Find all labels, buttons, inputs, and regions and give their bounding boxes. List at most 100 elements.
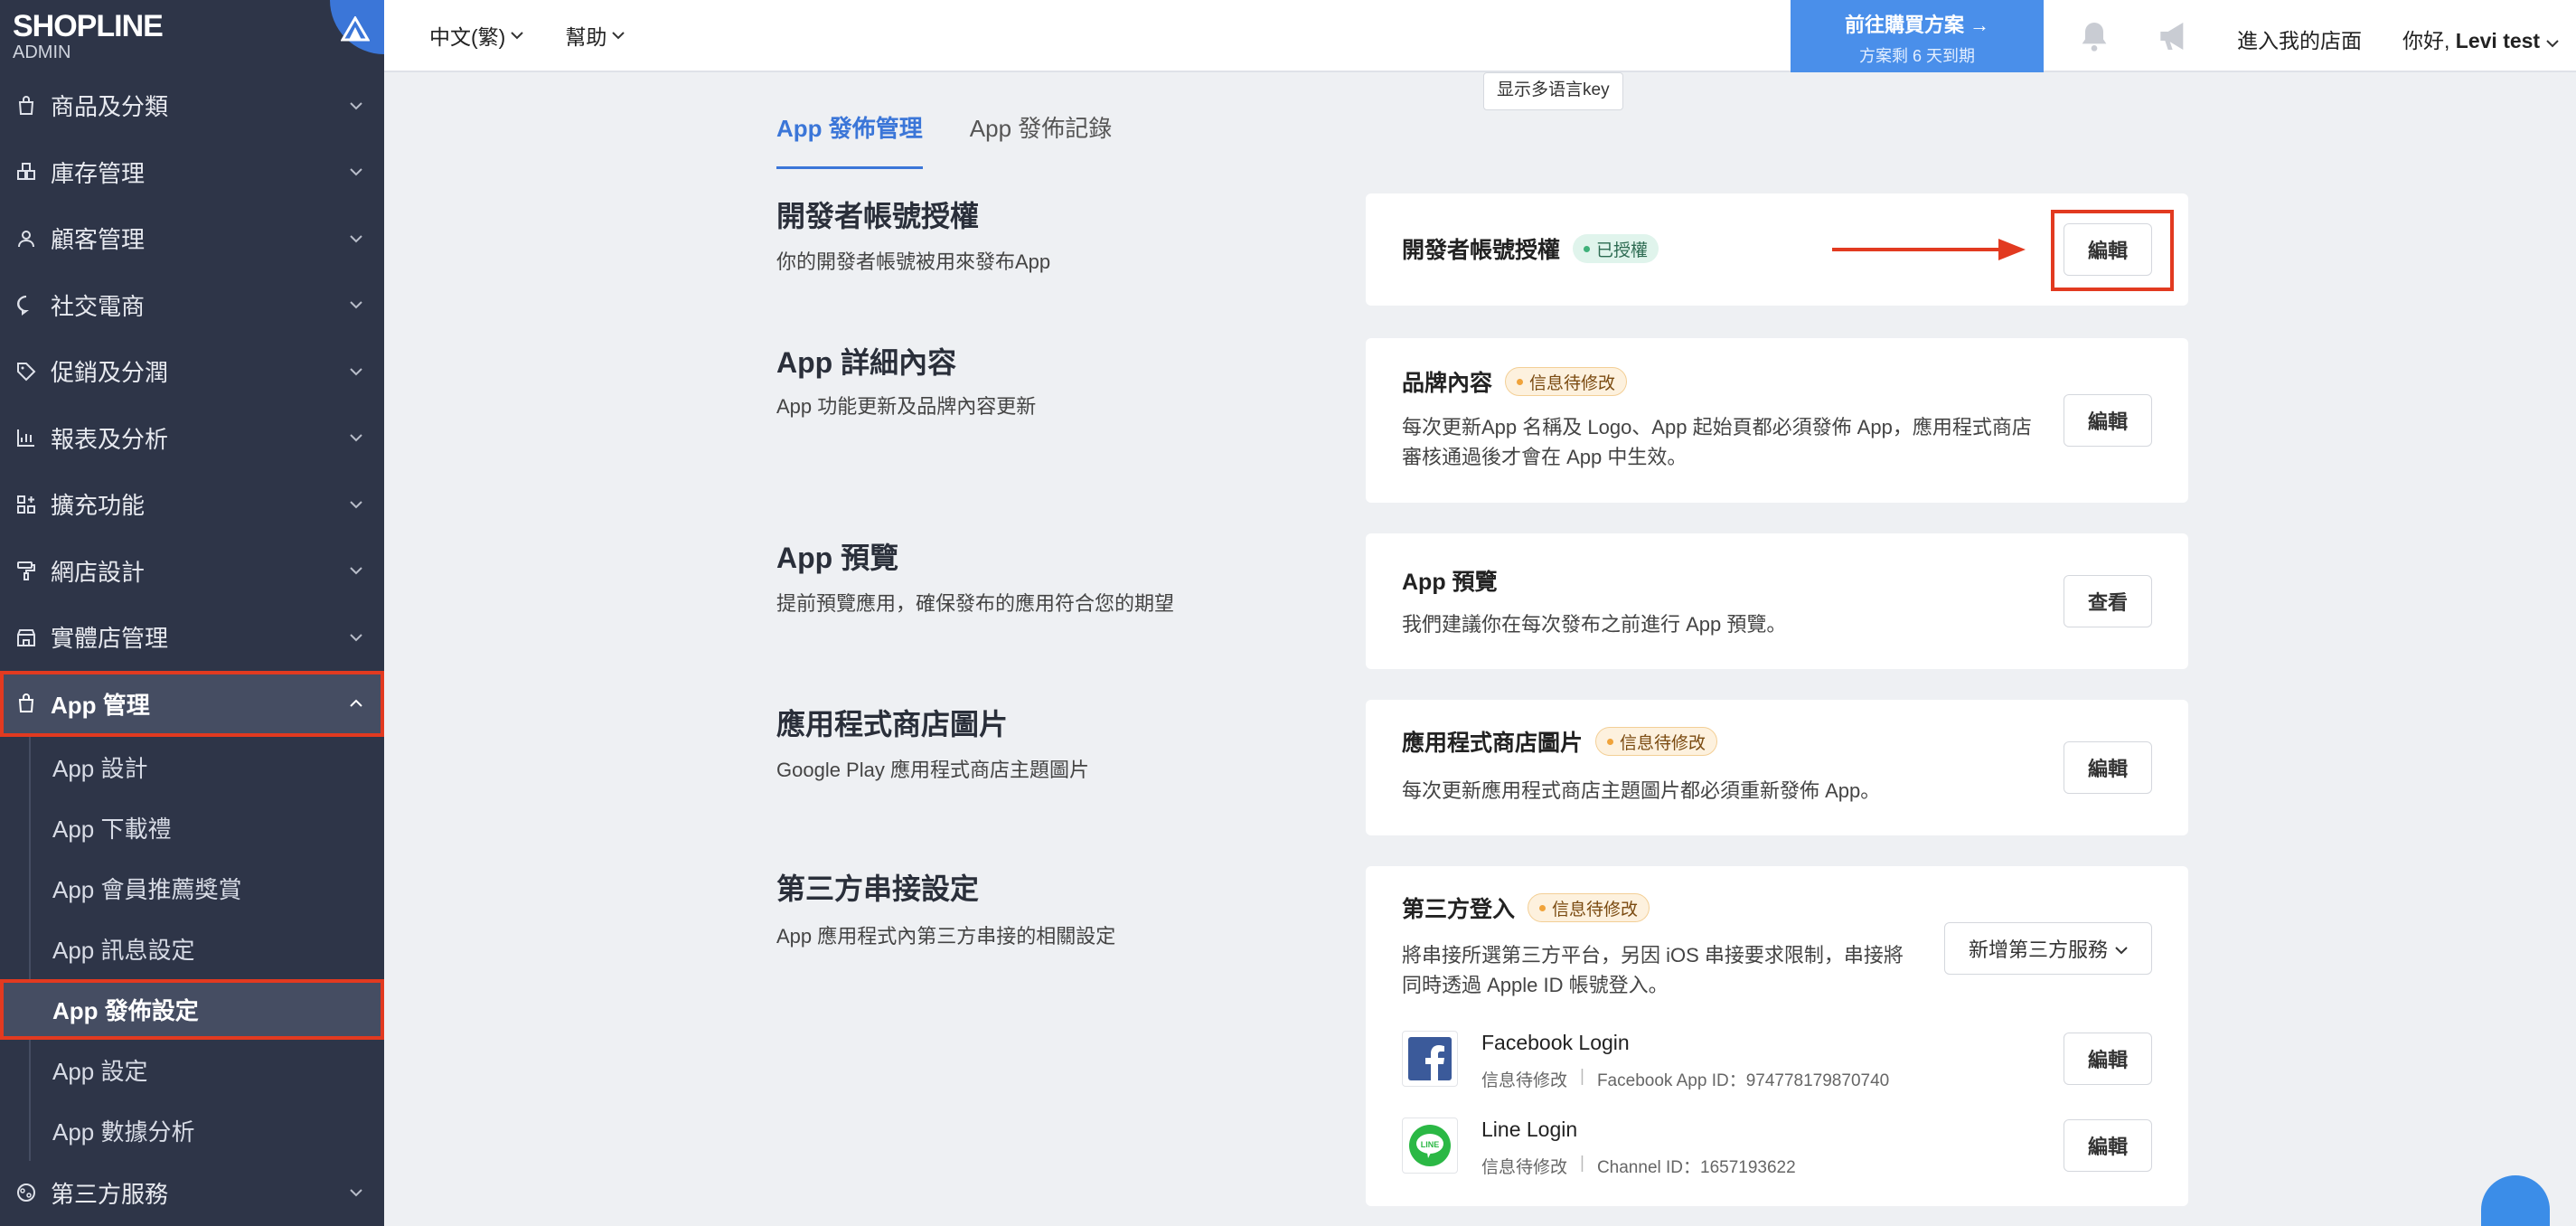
bag-icon <box>14 692 38 715</box>
sidebar-item-reports[interactable]: 報表及分析 <box>0 405 384 472</box>
login-status: 信息待修改 <box>1481 1071 1568 1090</box>
highlight-box <box>2051 210 2174 291</box>
show-language-key-button[interactable]: 显示多语言key <box>1483 72 1623 110</box>
sidebar: SHOPLINE ADMIN 商品及分類 庫存管理 顧客管理 社交電商 促銷及分… <box>0 0 384 1226</box>
language-dropdown[interactable]: 中文(繁) <box>429 20 524 51</box>
status-badge: 信息待修改 <box>1505 367 1628 396</box>
megaphone-icon[interactable] <box>2156 18 2195 59</box>
sidebar-subitem-app-message[interactable]: App 訊息設定 <box>0 919 384 979</box>
sidebar-item-social-commerce[interactable]: 社交電商 <box>0 272 384 339</box>
upgrade-subtitle: 方案剩 6 天到期 <box>1858 47 1975 65</box>
card-description-line: 審核通過後才會在 App 中生效。 <box>1402 446 1688 468</box>
store-images-card: 應用程式商店圖片 信息待修改 每次更新應用程式商店主題圖片都必須重新發佈 App… <box>1366 700 2188 835</box>
sidebar-item-third-party[interactable]: 第三方服務 <box>0 1161 384 1224</box>
status-dot-icon <box>1607 738 1614 745</box>
separator: | <box>1580 1154 1584 1173</box>
sidebar-item-label: 商品及分類 <box>51 93 169 121</box>
card-description: 每次更新App 名稱及 Logo、App 起始頁都必須發佈 App，應用程式商店… <box>1402 412 2032 472</box>
login-id: Facebook App ID：974778179870740 <box>1596 1071 1890 1090</box>
top-bar: 中文(繁) 幫助 前往購買方案 → 方案剩 6 天到期 進入我的店面 你好, L… <box>384 0 2576 72</box>
sidebar-item-extensions[interactable]: 擴充功能 <box>0 471 384 538</box>
chevron-down-icon <box>344 160 368 184</box>
sidebar-item-label: 報表及分析 <box>51 425 169 453</box>
section-description: App 應用程式內第三方串接的相關設定 <box>776 925 1116 948</box>
apps-icon <box>14 493 38 516</box>
sidebar-subitem-app-design[interactable]: App 設計 <box>0 737 384 797</box>
sidebar-item-retail-store[interactable]: 實體店管理 <box>0 604 384 671</box>
login-id: Channel ID：1657193622 <box>1596 1158 1796 1177</box>
sidebar-item-label: 顧客管理 <box>51 226 146 254</box>
status-badge: 已授權 <box>1573 234 1659 263</box>
tag-icon <box>14 360 38 383</box>
sidebar-item-store-design[interactable]: 網店設計 <box>0 538 384 605</box>
sidebar-item-products[interactable]: 商品及分類 <box>0 72 384 139</box>
help-dropdown[interactable]: 幫助 <box>565 20 625 51</box>
language-label: 中文(繁) <box>429 25 506 49</box>
app-preview-card: App 預覽 我們建議你在每次發布之前進行 App 預覽。 查看 <box>1366 533 2188 669</box>
view-button[interactable]: 查看 <box>2064 575 2152 627</box>
sidebar-subitem-app-settings[interactable]: App 設定 <box>0 1040 384 1100</box>
login-status: 信息待修改 <box>1481 1158 1568 1177</box>
sidebar-item-app-management[interactable]: App 管理 <box>0 670 384 737</box>
svg-text:LINE: LINE <box>1421 1140 1440 1149</box>
upgrade-title: 前往購買方案 → <box>1844 14 1990 36</box>
upgrade-plan-button[interactable]: 前往購買方案 → 方案剩 6 天到期 <box>1791 0 2044 72</box>
third-party-login-card: 第三方登入 信息待修改 將串接所選第三方平台，另因 iOS 串接要求限制，串接將… <box>1366 866 2188 1206</box>
card-title: 應用程式商店圖片 信息待修改 <box>1402 725 1718 758</box>
status-dot-icon <box>1517 378 1524 385</box>
store-icon <box>14 626 38 649</box>
bell-icon[interactable] <box>2076 18 2112 59</box>
card-title: App 預覽 <box>1402 564 1498 597</box>
sidebar-subitem-app-analytics[interactable]: App 數據分析 <box>0 1100 384 1161</box>
help-label: 幫助 <box>565 25 607 49</box>
edit-button[interactable]: 編輯 <box>2064 1033 2152 1085</box>
section-title: App 預覽 <box>776 542 899 574</box>
add-third-party-button[interactable]: 新增第三方服務 <box>1944 922 2152 975</box>
status-badge: 信息待修改 <box>1528 893 1650 922</box>
status-dot-icon <box>1584 245 1591 252</box>
card-description-line: 將串接所選第三方平台，另因 iOS 串接要求限制，串接將 <box>1402 944 1904 967</box>
bag-icon <box>14 94 38 118</box>
status-dot-icon <box>1539 904 1547 911</box>
chevron-up-icon <box>344 692 368 715</box>
facebook-icon <box>1402 1031 1458 1087</box>
sidebar-subitem-app-publish[interactable]: App 發佈設定 <box>0 979 384 1040</box>
greeting-text: 你好, <box>2402 29 2450 52</box>
sidebar-item-label: 網店設計 <box>51 558 146 586</box>
chevron-down-icon <box>344 94 368 118</box>
user-menu[interactable]: 你好, Levi test <box>2402 24 2559 54</box>
sidebar-item-inventory[interactable]: 庫存管理 <box>0 139 384 206</box>
card-description: 每次更新應用程式商店主題圖片都必須重新發佈 App。 <box>1402 779 1881 802</box>
logo-text: SHOPLINE <box>13 9 164 43</box>
arrow-right-icon <box>1832 239 2026 260</box>
section-description: 你的開發者帳號被用來發布App <box>776 250 1051 273</box>
store-front-link[interactable]: 進入我的店面 <box>2237 24 2362 54</box>
sidebar-item-customers[interactable]: 顧客管理 <box>0 205 384 272</box>
sidebar-item-label: 庫存管理 <box>51 159 146 187</box>
chevron-down-icon <box>2545 29 2559 52</box>
badge-label: 信息待修改 <box>1529 373 1616 393</box>
user-name: Levi test <box>2455 29 2541 52</box>
edit-button[interactable]: 編輯 <box>2064 741 2152 794</box>
sidebar-subitem-app-download-gift[interactable]: App 下載禮 <box>0 797 384 858</box>
edit-button[interactable]: 編輯 <box>2064 394 2152 447</box>
section-description: 提前預覽應用，確保發布的應用符合您的期望 <box>776 592 1175 615</box>
sidebar-item-promotions[interactable]: 促銷及分潤 <box>0 338 384 405</box>
card-title: 開發者帳號授權 已授權 <box>1402 232 1659 265</box>
tab-publish-management[interactable]: App 發佈管理 <box>776 110 923 170</box>
logo[interactable]: SHOPLINE ADMIN <box>0 0 384 72</box>
sidebar-subitem-app-referral[interactable]: App 會員推薦獎賞 <box>0 858 384 919</box>
brush-icon <box>14 559 38 582</box>
card-title: 第三方登入 信息待修改 <box>1402 891 1650 924</box>
tab-publish-history[interactable]: App 發佈記錄 <box>970 110 1113 170</box>
edit-button[interactable]: 編輯 <box>2064 1119 2152 1172</box>
card-description-line: 每次更新App 名稱及 Logo、App 起始頁都必須發佈 App，應用程式商店 <box>1402 416 2032 439</box>
chevron-down-icon <box>344 493 368 516</box>
login-meta: 信息待修改 | Channel ID：1657193622 <box>1481 1154 1796 1178</box>
card-title-text: App 預覽 <box>1402 570 1498 595</box>
inventory-icon <box>14 160 38 184</box>
logo-subtext: ADMIN <box>13 42 71 62</box>
tabs: App 發佈管理 App 發佈記錄 <box>776 110 1159 170</box>
user-icon <box>14 227 38 250</box>
login-meta: 信息待修改 | Facebook App ID：974778179870740 <box>1481 1067 1889 1091</box>
